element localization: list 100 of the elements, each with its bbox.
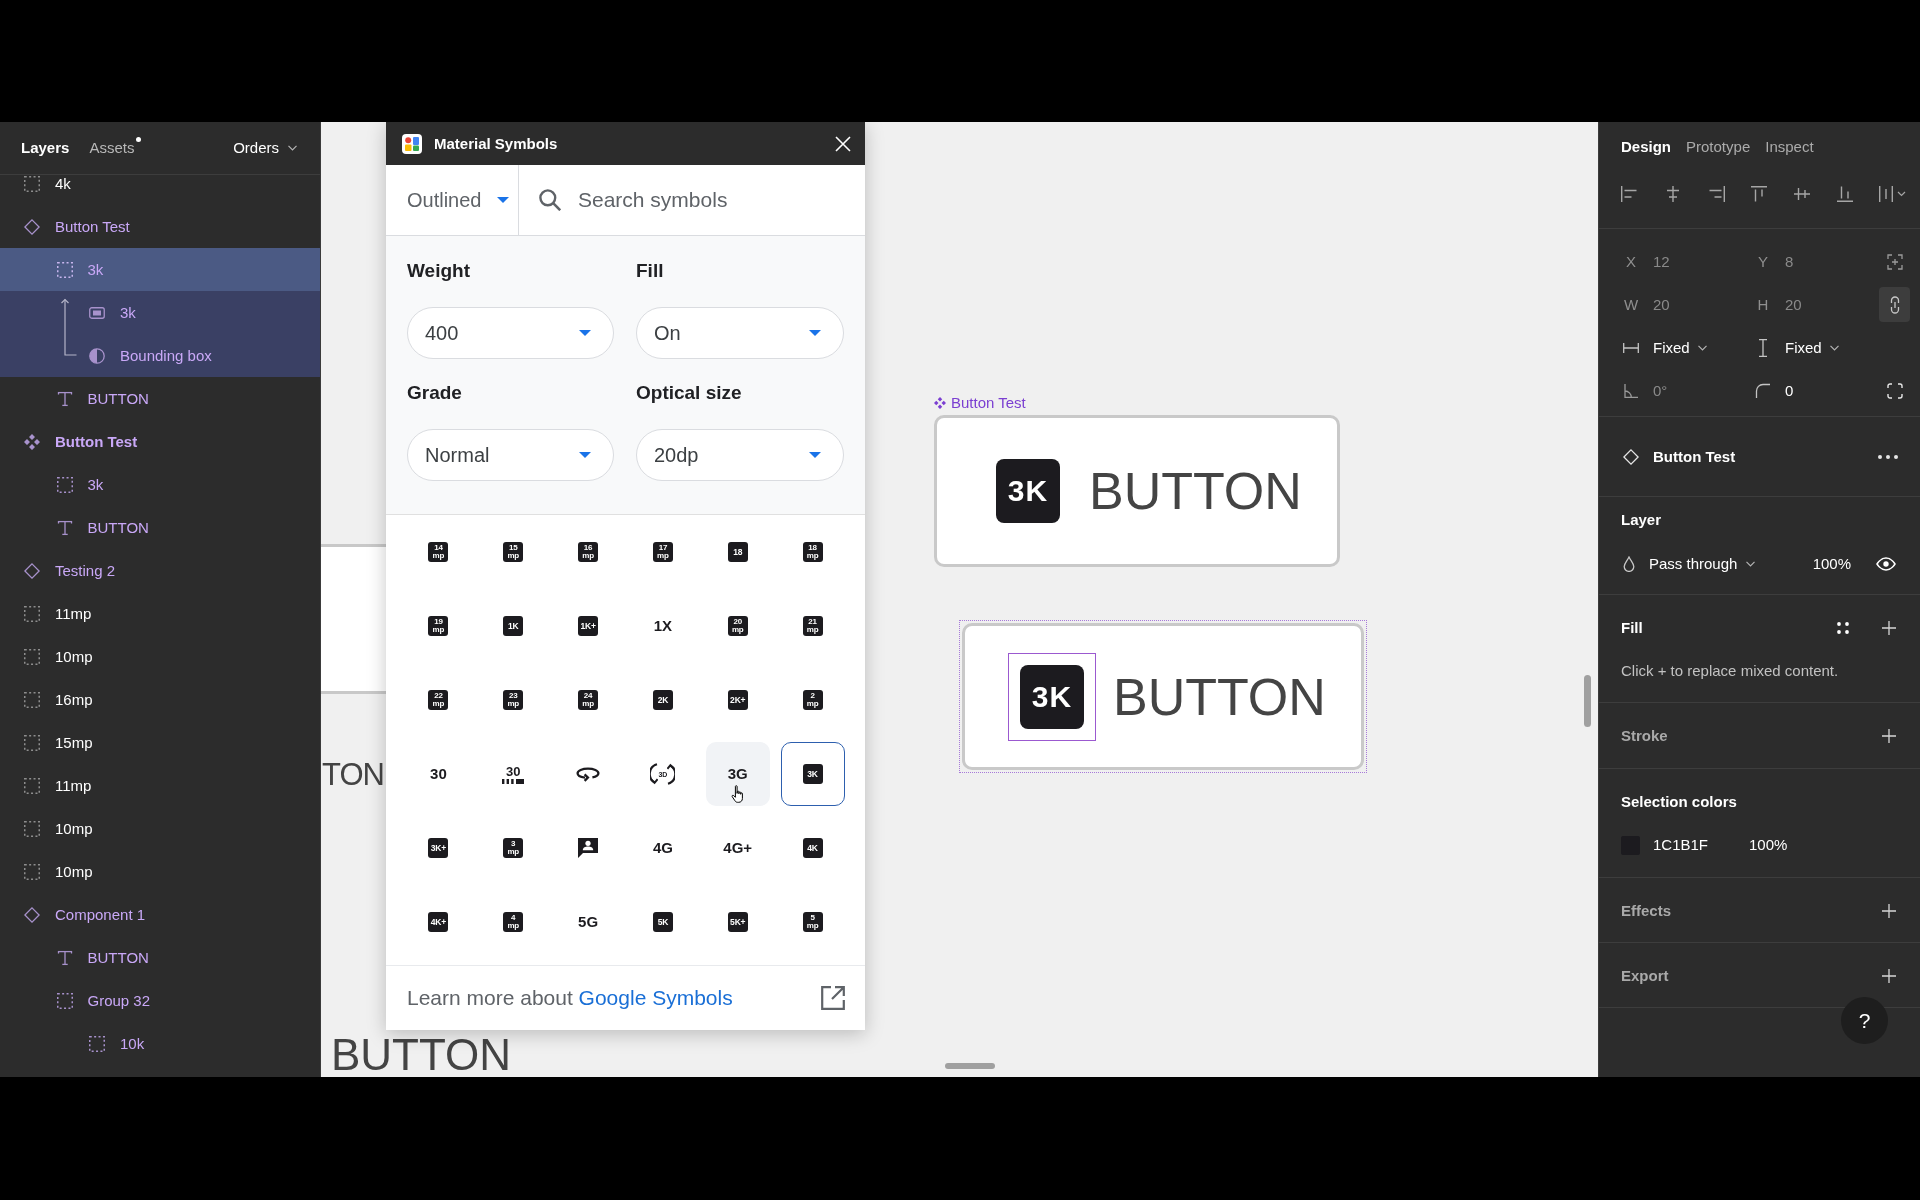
panel-tab[interactable]: Assets — [89, 139, 142, 157]
scrollbar-thumb[interactable] — [945, 1063, 995, 1069]
page-dropdown[interactable]: Orders — [233, 139, 297, 157]
panel-tab[interactable]: Design — [1621, 138, 1671, 156]
setting-dropdown[interactable]: 400 — [407, 307, 614, 359]
plus-icon[interactable] — [1882, 904, 1896, 918]
symbol-button[interactable]: 4K+ — [406, 890, 471, 954]
scrollbar-thumb[interactable] — [1584, 675, 1591, 727]
symbol-button[interactable]: 3K — [780, 742, 845, 806]
symbol-button[interactable]: 17 mp — [630, 520, 695, 584]
symbol-button[interactable]: 4K — [780, 816, 845, 880]
layer-row[interactable]: 3k — [0, 291, 320, 334]
selection-box[interactable]: 3K — [1008, 652, 1096, 741]
more-icon[interactable] — [1878, 454, 1898, 459]
symbol-button[interactable]: 18 — [705, 520, 770, 584]
layer-row[interactable]: BUTTON — [0, 377, 320, 420]
plus-icon[interactable] — [1882, 621, 1896, 635]
panel-tab[interactable]: Layers — [21, 139, 70, 157]
align-vertical-center-icon[interactable] — [1793, 186, 1811, 202]
eye-icon[interactable] — [1876, 556, 1896, 571]
layer-row[interactable]: Button Test — [0, 420, 320, 463]
symbol-button[interactable]: 5K+ — [705, 890, 770, 954]
layer-row[interactable]: Bounding box — [0, 334, 320, 377]
setting-dropdown[interactable]: On — [636, 307, 844, 359]
symbol-button[interactable]: 1X — [630, 594, 695, 658]
symbols-link[interactable]: Google Symbols — [578, 986, 733, 1009]
symbol-button[interactable]: 19 mp — [406, 594, 471, 658]
corner-brackets-icon[interactable] — [1886, 382, 1903, 399]
layer-row[interactable]: 16mp — [0, 678, 320, 721]
layer-row[interactable]: 10mp — [0, 850, 320, 893]
layer-row[interactable]: 15mp — [0, 721, 320, 764]
four-dots-icon[interactable] — [1837, 622, 1849, 634]
align-horizontal-center-icon[interactable] — [1664, 186, 1682, 202]
symbol-button[interactable]: 15 mp — [481, 520, 546, 584]
layer-row[interactable]: BUTTON — [0, 506, 320, 549]
panel-tab[interactable]: Prototype — [1686, 138, 1751, 156]
setting-dropdown[interactable]: 20dp — [636, 429, 844, 481]
symbol-button[interactable]: 18 mp — [780, 520, 845, 584]
opacity-field[interactable]: 100% — [1812, 554, 1851, 573]
close-icon[interactable] — [835, 135, 851, 152]
symbol-button[interactable]: 20 mp — [705, 594, 770, 658]
symbol-button[interactable]: 16 mp — [556, 520, 621, 584]
layer-row[interactable]: 11mp — [0, 764, 320, 807]
layer-row[interactable]: 11mp — [0, 592, 320, 635]
symbol-button[interactable]: 14 mp — [406, 520, 471, 584]
constrain-toggle[interactable] — [1879, 287, 1910, 322]
symbol-button[interactable]: 5 mp — [780, 890, 845, 954]
symbol-button[interactable]: 1K — [481, 594, 546, 658]
frame-name[interactable]: Button Test — [951, 394, 1026, 412]
align-bottom-icon[interactable] — [1836, 186, 1854, 202]
symbol-button[interactable]: 30 — [406, 742, 471, 806]
symbol-button[interactable]: 3K+ — [406, 816, 471, 880]
symbol-button[interactable]: 5K — [630, 890, 695, 954]
resize-dropdown[interactable]: Fixed — [1755, 338, 1839, 357]
resize-dropdown[interactable]: Fixed — [1623, 338, 1707, 357]
number-field[interactable]: 0 — [1785, 381, 1865, 400]
symbol-button[interactable]: 2 mp — [780, 668, 845, 732]
symbol-button[interactable]: 23 mp — [481, 668, 546, 732]
diamond-icon — [24, 218, 40, 235]
panel-tab[interactable]: Inspect — [1765, 138, 1814, 156]
symbol-button[interactable]: 24 mp — [556, 668, 621, 732]
symbol-button[interactable]: 4G+ — [705, 816, 770, 880]
symbol-button[interactable]: 4G — [630, 816, 695, 880]
layer-row[interactable]: Component 1 — [0, 893, 320, 936]
style-dropdown[interactable]: Outlined — [386, 165, 519, 235]
plus-icon[interactable] — [1882, 729, 1896, 743]
align-right-icon[interactable] — [1707, 186, 1725, 202]
opacity-field[interactable]: 100% — [1749, 836, 1788, 854]
setting-dropdown[interactable]: Normal — [407, 429, 614, 481]
blend-mode-dropdown[interactable]: Pass through — [1623, 554, 1756, 573]
layer-row[interactable]: 10mp — [0, 807, 320, 850]
layer-row[interactable]: 10k — [0, 1022, 320, 1065]
layer-row[interactable]: Group 32 — [0, 979, 320, 1022]
dashed-square-icon — [24, 175, 40, 192]
symbol-button[interactable]: 3G — [705, 742, 770, 806]
layer-row[interactable]: 3k — [0, 463, 320, 506]
external-link-icon[interactable] — [821, 986, 845, 1010]
symbol-button[interactable]: 1K+ — [556, 594, 621, 658]
symbol-button[interactable]: 21 mp — [780, 594, 845, 658]
symbol-button[interactable]: 2K+ — [705, 668, 770, 732]
corner-plus-icon[interactable] — [1886, 253, 1903, 270]
layer-row[interactable]: 4k — [0, 175, 320, 205]
layer-row[interactable]: BUTTON — [0, 936, 320, 979]
symbol-button[interactable]: 30 — [481, 742, 546, 806]
align-top-icon[interactable] — [1750, 186, 1768, 202]
help-button[interactable]: ? — [1841, 997, 1888, 1044]
symbol-button[interactable]: 5G — [556, 890, 621, 954]
symbol-button[interactable]: 3 mp — [481, 816, 546, 880]
symbol-button[interactable]: 4 mp — [481, 890, 546, 954]
layer-row[interactable]: Testing 2 — [0, 549, 320, 592]
align-left-icon[interactable] — [1621, 186, 1639, 202]
layer-row[interactable]: Button Test — [0, 205, 320, 248]
symbol-button[interactable]: 2K — [630, 668, 695, 732]
hex-field[interactable]: 1C1B1F — [1653, 836, 1749, 854]
layer-row[interactable]: 10mp — [0, 635, 320, 678]
symbol-button[interactable]: 22 mp — [406, 668, 471, 732]
dashed-square-icon — [24, 648, 40, 665]
distribute-icon[interactable] — [1879, 186, 1907, 202]
search-input[interactable]: Search symbols — [578, 185, 849, 215]
plus-icon[interactable] — [1882, 969, 1896, 983]
